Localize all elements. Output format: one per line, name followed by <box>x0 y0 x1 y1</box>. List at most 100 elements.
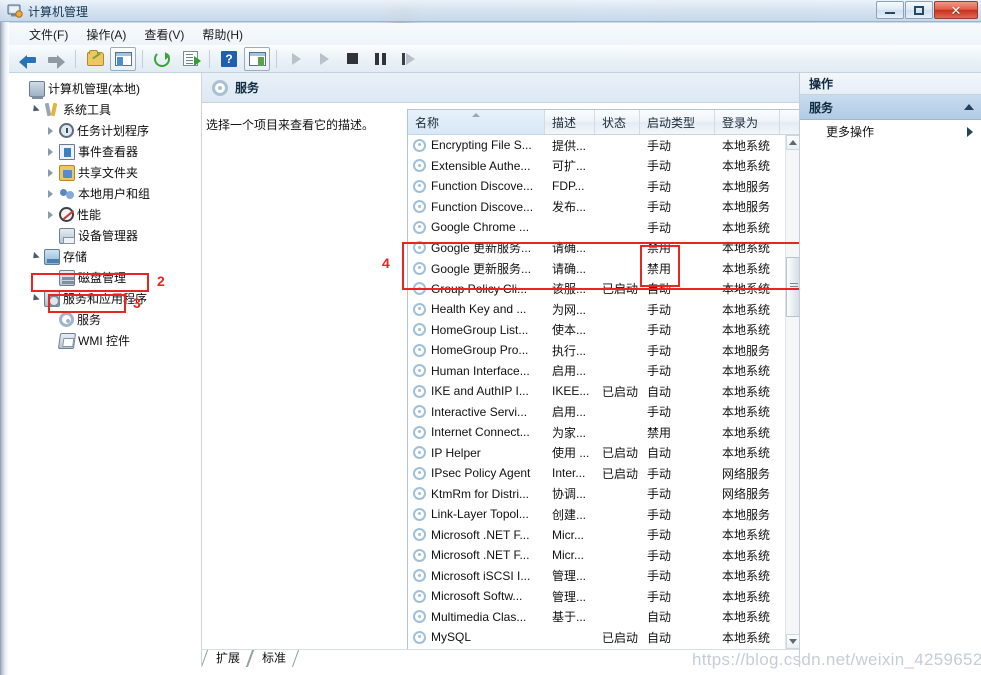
export-list-icon[interactable] <box>177 47 203 71</box>
show-tree-icon[interactable] <box>110 46 136 71</box>
expand-arrow-icon[interactable] <box>28 291 44 307</box>
scroll-up-button[interactable] <box>786 135 799 150</box>
collapse-arrow-icon[interactable] <box>43 144 59 160</box>
tree-node-performance[interactable]: 性能 <box>9 204 201 225</box>
collapse-arrow-icon[interactable] <box>43 123 59 139</box>
tab-standard[interactable]: 标准 <box>250 650 296 667</box>
collapse-arrow-icon[interactable] <box>43 165 59 181</box>
cell-logon: 本地服务 <box>722 200 771 215</box>
table-row[interactable]: Google 更新服务... 请确... 禁用 本地系统 <box>408 258 785 279</box>
cell-startup: 自动 <box>647 446 672 461</box>
table-row[interactable]: Encrypting File S... 提供... 手动 本地系统 <box>408 135 785 156</box>
services-list-body[interactable]: Encrypting File S... 提供... 手动 本地系统 Extensibl… <box>408 135 785 649</box>
table-row[interactable]: Extensible Authe... 可扩... 手动 本地系统 <box>408 156 785 177</box>
computer-icon <box>29 80 45 99</box>
table-row[interactable]: HomeGroup List... 使本... 手动 本地系统 <box>408 320 785 341</box>
table-row[interactable]: KtmRm for Distri... 协调... 手动 网络服务 <box>408 484 785 505</box>
tree-node-system-tools[interactable]: 系统工具 <box>9 99 201 120</box>
actions-group-services[interactable]: 服务 <box>800 95 981 120</box>
table-row[interactable]: Google 更新服务... 请确... 禁用 本地系统 <box>408 238 785 259</box>
tree-node-services[interactable]: 服务 <box>9 309 201 330</box>
expand-arrow-icon[interactable] <box>28 249 44 265</box>
restart-service-icon[interactable] <box>395 47 421 71</box>
table-row[interactable]: IPsec Policy Agent Inter... 已启动 手动 网络服务 <box>408 463 785 484</box>
table-row[interactable]: Link-Layer Topol... 创建... 手动 本地服务 <box>408 504 785 525</box>
stop-service-icon[interactable] <box>339 47 365 71</box>
console-tree-pane[interactable]: 计算机管理(本地) 系统工具 任务计划程序 事件查看器 共享文件夹 本地用户和组 性能 设备管… <box>9 73 202 667</box>
cell-logon: 本地系统 <box>722 220 771 235</box>
tree-node-device-manager[interactable]: 设备管理器 <box>9 225 201 246</box>
table-row[interactable]: Group Policy Cli... 该服... 已启动 自动 本地系统 <box>408 279 785 300</box>
close-button[interactable]: ✕ <box>934 1 978 19</box>
tree-node-event-viewer[interactable]: 事件查看器 <box>9 141 201 162</box>
cell-status: 已启动 <box>602 384 639 399</box>
tree-node-services-and-applications[interactable]: 服务和应用程序 <box>9 288 201 309</box>
table-row[interactable]: Microsoft .NET F... Micr... 手动 本地系统 <box>408 545 785 566</box>
tree-node-disk-management[interactable]: 磁盘管理 <box>9 267 201 288</box>
menu-view[interactable]: 查看(V) <box>135 24 193 45</box>
table-row[interactable]: Multimedia Clas... 基于... 自动 本地系统 <box>408 607 785 628</box>
chevron-up-icon[interactable] <box>964 104 974 110</box>
table-row[interactable]: Google Chrome ... 手动 本地系统 <box>408 217 785 238</box>
refresh-icon[interactable] <box>149 47 175 71</box>
pause-service-icon[interactable] <box>367 47 393 71</box>
menu-action[interactable]: 操作(A) <box>77 24 135 45</box>
services-list-scrollbar[interactable] <box>785 135 799 649</box>
scroll-down-button[interactable] <box>786 634 799 649</box>
service-gear-icon <box>413 343 426 357</box>
action-more-actions[interactable]: 更多操作 <box>800 120 981 143</box>
column-name[interactable]: 名称 <box>408 110 545 134</box>
service-name-text: Encrypting File S... <box>431 138 532 153</box>
table-row[interactable]: HomeGroup Pro... 执行... 手动 本地服务 <box>408 340 785 361</box>
service-name-text: HomeGroup Pro... <box>431 343 529 358</box>
maximize-button[interactable] <box>905 1 933 19</box>
table-row[interactable]: Interactive Servi... 启用... 手动 本地系统 <box>408 402 785 423</box>
back-arrow-icon[interactable] <box>15 47 41 71</box>
column-log-on-as[interactable]: 登录为 <box>715 110 780 134</box>
properties-panel-icon[interactable] <box>244 46 270 71</box>
table-row[interactable]: Microsoft iSCSI I... 管理... 手动 本地系统 <box>408 566 785 587</box>
minimize-button[interactable] <box>876 1 904 19</box>
tab-extended[interactable]: 扩展 <box>204 650 250 667</box>
start-service-icon[interactable] <box>283 47 309 71</box>
table-row[interactable]: MySQL 已启动 自动 本地系统 <box>408 627 785 648</box>
cell-description: 提供... <box>552 138 587 153</box>
up-folder-icon[interactable] <box>82 47 108 71</box>
tree-node-local-users-groups[interactable]: 本地用户和组 <box>9 183 201 204</box>
table-row[interactable]: Function Discove... 发布... 手动 本地服务 <box>408 197 785 218</box>
expand-arrow-icon[interactable] <box>28 102 44 118</box>
forward-arrow-icon[interactable] <box>43 47 69 71</box>
table-row[interactable]: IP Helper 使用 ... 已启动 自动 本地系统 <box>408 443 785 464</box>
menu-help[interactable]: 帮助(H) <box>193 24 252 45</box>
column-status[interactable]: 状态 <box>595 110 640 134</box>
cell-logon: 本地系统 <box>722 610 771 625</box>
column-startup-type[interactable]: 启动类型 <box>640 110 715 134</box>
table-row[interactable]: Internet Connect... 为家... 禁用 本地系统 <box>408 422 785 443</box>
table-row[interactable]: Function Discove... FDP... 手动 本地服务 <box>408 176 785 197</box>
cell-logon: 本地服务 <box>722 507 771 522</box>
table-row[interactable]: Human Interface... 启用... 手动 本地系统 <box>408 361 785 382</box>
collapse-arrow-icon[interactable] <box>43 186 59 202</box>
scrollbar-thumb[interactable] <box>786 257 799 317</box>
menu-file[interactable]: 文件(F) <box>20 24 77 45</box>
tree-node-wmi-control[interactable]: WMI 控件 <box>9 330 201 351</box>
column-description[interactable]: 描述 <box>545 110 595 134</box>
tree-node-task-scheduler[interactable]: 任务计划程序 <box>9 120 201 141</box>
table-row[interactable]: Microsoft Softw... 管理... 手动 本地系统 <box>408 586 785 607</box>
table-row[interactable]: IKE and AuthIP I... IKEE... 已启动 自动 本地系统 <box>408 381 785 402</box>
tree-node-storage[interactable]: 存储 <box>9 246 201 267</box>
cell-logon: 网络服务 <box>722 466 771 481</box>
shared-folder-icon <box>59 164 75 181</box>
cell-name: Google 更新服务... <box>408 239 545 256</box>
collapse-arrow-icon[interactable] <box>43 207 59 223</box>
tree-node-computer-management[interactable]: 计算机管理(本地) <box>9 78 201 99</box>
resume-service-icon[interactable] <box>311 47 337 71</box>
cell-name: Human Interface... <box>408 364 545 378</box>
table-row[interactable]: Health Key and ... 为网... 手动 本地系统 <box>408 299 785 320</box>
cell-description: Micr... <box>552 548 584 563</box>
tree-node-shared-folders[interactable]: 共享文件夹 <box>9 162 201 183</box>
cell-name: Function Discove... <box>408 200 545 214</box>
table-row[interactable]: Microsoft .NET F... Micr... 手动 本地系统 <box>408 525 785 546</box>
help-icon[interactable]: ? <box>216 47 242 71</box>
